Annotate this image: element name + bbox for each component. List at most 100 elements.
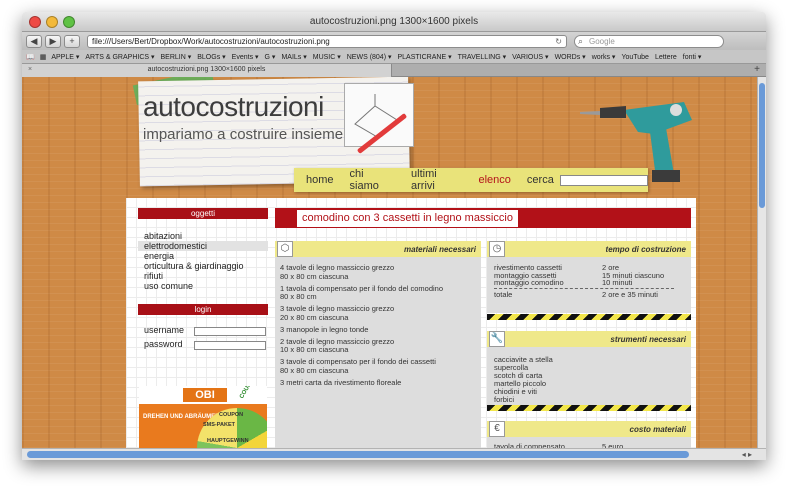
bookmark-item[interactable]: VARIOUS ▾ (512, 54, 548, 61)
site-logo[interactable]: autocostruzioni (143, 91, 324, 123)
time-step: montaggio comodino (494, 278, 564, 287)
site-search-input[interactable] (559, 174, 648, 186)
nav-cerca[interactable]: cerca (527, 174, 554, 186)
materials-list: 4 tavole di legno massiccio grezzo 80 x 8… (280, 263, 480, 391)
password-label: password (144, 339, 183, 349)
material-item: 3 manopole in legno tonde (280, 324, 369, 334)
bookmark-item[interactable]: Lettere (655, 54, 677, 61)
time-table: rivestimento cassetti 2 ore montaggio cass… (494, 264, 664, 287)
nav-ultimi-arrivi[interactable]: ultimi arrivi (411, 168, 462, 192)
bookmarks-list: APPLE ▾ ARTS & GRAPHICS ▾ BERLIN ▾ BLOGs ▾ E… (51, 53, 707, 61)
login-heading: login (138, 304, 268, 315)
bookmark-item[interactable]: BLOGs ▾ (197, 54, 225, 61)
browser-toolbar: ◀ ▶ + file:///Users/Bert/Dropbox/Work/au… (22, 32, 766, 50)
tools-list: cacciavite a stella supercolla scotch di c… (494, 356, 553, 404)
page-viewport: autocostruzioni impariamo a costruire in… (22, 77, 757, 448)
obi-banner-ad[interactable]: OBI COUPON DREHEN UND ABRÄUMEN → SMS-PAKE… (139, 386, 267, 448)
tab-autocostruzioni[interactable]: × autocostruzioni.png 1300×1600 pixels (22, 64, 392, 77)
bookmarks-bar: 📖 ▦ APPLE ▾ ARTS & GRAPHICS ▾ BERLIN ▾ BLOG… (22, 50, 766, 64)
time-title: tempo di costruzione (605, 244, 686, 254)
username-label: username (144, 325, 185, 335)
reload-icon[interactable]: ↻ (555, 36, 562, 48)
bookmark-item[interactable]: YouTube (621, 54, 649, 61)
browser-window: autocostruzioni.png 1300×1600 pixels ◀ ▶… (22, 12, 766, 460)
bookmark-item[interactable]: G ▾ (265, 54, 276, 61)
clock-icon: ◷ (489, 241, 505, 257)
menu-item-rifiuti[interactable]: rifiuti (138, 271, 268, 281)
time-duration: 10 minuti (602, 278, 633, 287)
ad-coupon-label: COUPON (238, 386, 258, 400)
bookmark-item[interactable]: APPLE ▾ (51, 54, 79, 61)
nut-icon: ⬡ (277, 241, 293, 257)
add-bookmark-icon[interactable]: + (64, 34, 80, 48)
bookmark-item[interactable]: WORDs ▾ (555, 54, 586, 61)
url-text: file:///Users/Bert/Dropbox/Work/autocost… (92, 36, 330, 46)
bookmark-item[interactable]: MAILs ▾ (281, 54, 306, 61)
wheel-label-hauptgewinn: HAUPTGEWINN (207, 438, 249, 444)
project-title: comodino con 3 cassetti in legno massicc… (297, 210, 518, 227)
scroll-arrows-icon[interactable]: ◂ ▸ (742, 449, 752, 460)
tab-bar: × autocostruzioni.png 1300×1600 pixels + (22, 64, 766, 77)
bookmark-item[interactable]: ARTS & GRAPHICS ▾ (85, 54, 154, 61)
password-input[interactable] (194, 341, 266, 350)
total-value: 2 ore e 35 minuti (602, 290, 658, 299)
material-item: 2 tavole di legno massiccio grezzo 10 x 8… (280, 336, 395, 354)
hazard-stripe (487, 314, 691, 320)
total-label: totale (494, 290, 513, 299)
bookmarks-book-icon[interactable]: 📖 (26, 53, 35, 61)
username-input[interactable] (194, 327, 266, 336)
material-item: 3 tavole di legno massiccio grezzo 20 x 8… (280, 304, 395, 322)
bookmark-item[interactable]: MUSIC ▾ (313, 54, 341, 61)
bookmark-item[interactable]: Events ▾ (232, 54, 259, 61)
oggetti-heading: oggetti (138, 208, 268, 219)
site-tagline: impariamo a costruire insieme (143, 126, 344, 143)
menu-item-orticultura[interactable]: orticultura & giardinaggio (138, 261, 268, 271)
bookmark-item[interactable]: TRAVELLING ▾ (458, 54, 507, 61)
obi-logo: OBI (183, 388, 227, 402)
top-sites-grid-icon[interactable]: ▦ (40, 53, 47, 61)
category-menu: abitazioni elettrodomestici energia orti… (138, 231, 268, 291)
menu-item-abitazioni[interactable]: abitazioni (138, 231, 268, 241)
cost-title: costo materiali (629, 424, 686, 434)
tools-title: strumenti necessari (610, 334, 686, 344)
bookmark-item[interactable]: fonti ▾ (683, 54, 702, 61)
menu-item-energia[interactable]: energia (138, 251, 268, 261)
euro-icon: € (489, 421, 505, 437)
nav-elenco[interactable]: elenco (479, 174, 511, 186)
material-item: 3 tavole di compensato per il fondo dei … (280, 357, 436, 375)
wheel-label-sms: SMS-PAKET (203, 422, 235, 428)
bookmark-item[interactable]: works ▾ (592, 54, 616, 61)
title-bar: autocostruzioni.png 1300×1600 pixels (22, 12, 766, 32)
time-divider (494, 288, 674, 289)
horizontal-scrollbar[interactable]: ◂ ▸ (22, 448, 766, 460)
main-nav: home chi siamo ultimi arrivi elenco cerc… (294, 168, 648, 192)
window-title: autocostruzioni.png 1300×1600 pixels (309, 16, 479, 27)
menu-item-elettrodomestici[interactable]: elettrodomestici (138, 241, 268, 251)
new-tab-icon[interactable]: + (754, 64, 760, 76)
close-tab-icon[interactable]: × (28, 64, 32, 76)
time-total: totale 2 ore e 35 minuti (494, 291, 658, 299)
menu-item-uso-comune[interactable]: uso comune (138, 281, 268, 291)
address-bar[interactable]: file:///Users/Bert/Dropbox/Work/autocost… (87, 34, 567, 48)
material-item: 1 tavola di compensato per il fondo del … (280, 283, 444, 301)
bookmark-item[interactable]: PLASTICRANE ▾ (398, 54, 452, 61)
search-field[interactable]: Google (574, 34, 724, 48)
tab-label: autocostruzioni.png 1300×1600 pixels (147, 66, 266, 73)
material-item: 3 metri carta da rivestimento floreale (280, 377, 402, 387)
materials-title: materiali necessari (403, 244, 476, 254)
time-row: montaggio comodino 10 minuti (494, 279, 664, 287)
tool-item: forbici (494, 395, 515, 404)
vertical-scroll-thumb[interactable] (759, 83, 765, 208)
back-icon[interactable]: ◀ (26, 34, 42, 48)
bookmark-item[interactable]: NEWS (804) ▾ (347, 54, 392, 61)
vertical-scrollbar[interactable] (757, 77, 766, 448)
material-item: 4 tavole di legno massiccio grezzo 80 x 8… (280, 263, 395, 281)
nav-chi-siamo[interactable]: chi siamo (350, 168, 396, 192)
horizontal-scroll-thumb[interactable] (27, 451, 689, 458)
nav-home[interactable]: home (306, 174, 334, 186)
bookmark-item[interactable]: BERLIN ▾ (161, 54, 192, 61)
forward-icon[interactable]: ▶ (45, 34, 61, 48)
hazard-stripe (487, 405, 691, 411)
wheel-label-coupon: COUPON (219, 412, 244, 418)
wrench-icon: 🔧 (489, 331, 505, 347)
